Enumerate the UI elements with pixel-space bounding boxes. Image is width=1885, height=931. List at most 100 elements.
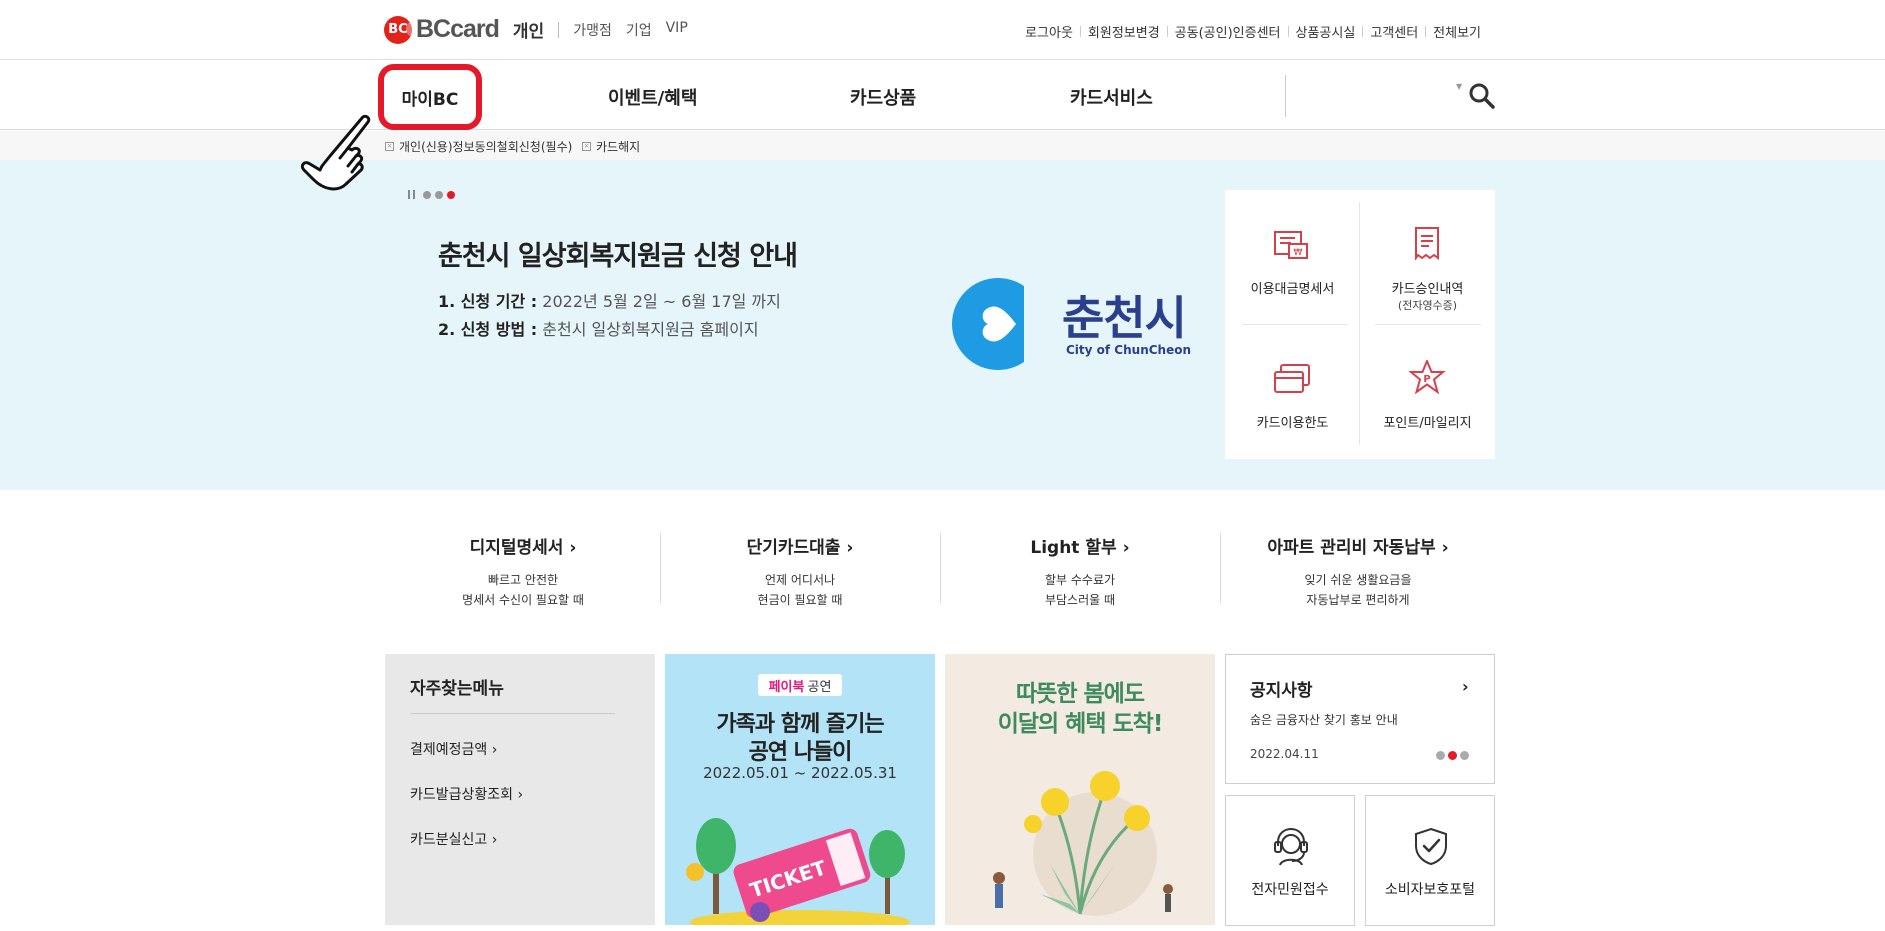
- frequent-menu-title: 자주찾는메뉴: [410, 679, 504, 699]
- nav-item-card-products[interactable]: 카드상품: [850, 84, 916, 110]
- divider: [1375, 324, 1481, 325]
- e-complaint-card[interactable]: 전자민원접수: [1225, 795, 1355, 926]
- promo-date: 2022.05.01 ~ 2022.05.31: [703, 764, 897, 782]
- notice-dot-active[interactable]: [1448, 751, 1457, 760]
- shield-check-icon: [1415, 827, 1447, 866]
- chevron-right-icon: ›: [1441, 538, 1449, 558]
- hero-pager: [408, 190, 455, 199]
- member-info-link[interactable]: 회원정보변경: [1081, 22, 1167, 41]
- service-title: 아파트 관리비 자동납부: [1267, 538, 1436, 558]
- sublink-label: 개인(신용)정보동의철회신청(필수): [399, 140, 573, 154]
- sublink-label: 카드해지: [596, 140, 641, 154]
- notice-dot[interactable]: [1460, 751, 1469, 760]
- notice-text[interactable]: 숨은 금융자산 찾기 홍보 안내: [1250, 711, 1398, 728]
- headset-icon: [1274, 827, 1308, 866]
- quick-item-label: 이용대금명세서: [1250, 282, 1335, 297]
- service-desc-line: 언제 어디서나: [764, 573, 836, 587]
- product-disclosure-link[interactable]: 상품공시실: [1289, 22, 1363, 41]
- quick-item-sublabel: (전자영수증): [1397, 299, 1458, 312]
- pointing-hand-cursor-icon: [300, 114, 371, 191]
- section-link-vip[interactable]: VIP: [666, 20, 688, 40]
- service-desc-line: 잊기 쉬운 생활요금을: [1304, 573, 1412, 587]
- consent-withdrawal-link[interactable]: × 개인(신용)정보동의철회신청(필수): [385, 138, 572, 155]
- sub-link-bar: × 개인(신용)정보동의철회신청(필수) × 카드해지: [0, 131, 1885, 160]
- frequent-item-label: 카드분실신고: [410, 832, 488, 848]
- utility-links: 로그아웃 회원정보변경 공동(공인)인증센터 상품공시실 고객센터 전체보기: [1018, 22, 1488, 41]
- service-desc-line: 빠르고 안전한: [487, 573, 559, 587]
- promo-title-line: 공연 나들이: [748, 740, 853, 765]
- city-name: 춘천시: [1062, 291, 1187, 345]
- chevron-right-icon: ›: [491, 742, 498, 758]
- service-apartment-autopay[interactable]: 아파트 관리비 자동납부 › 잊기 쉬운 생활요금을자동납부로 편리하게: [1218, 533, 1498, 610]
- service-desc-line: 부담스러울 때: [1044, 593, 1116, 607]
- chevron-down-icon[interactable]: ▼: [1456, 82, 1462, 91]
- notice-dot[interactable]: [1436, 751, 1445, 760]
- slide-dot[interactable]: [435, 190, 443, 199]
- service-light-installment[interactable]: Light 할부 › 할부 수수료가 부담스러울 때: [940, 533, 1220, 610]
- brand-area: BC BCcard 개인 가맹점 기업 VIP: [384, 15, 688, 44]
- section-link-business[interactable]: 기업: [626, 20, 652, 40]
- notice-card[interactable]: 공지사항 › 숨은 금융자산 찾기 홍보 안내 2022.04.11: [1225, 654, 1495, 784]
- promo-title-line: 따뜻한 봄에도: [1016, 681, 1145, 707]
- quick-item-label: 포인트/마일리지: [1383, 416, 1472, 431]
- dandelion-illustration: [993, 771, 1173, 916]
- nav-item-events[interactable]: 이벤트/혜택: [608, 84, 697, 110]
- frequent-menu-card: 자주찾는메뉴 결제예정금액 › 카드발급상황조회 › 카드분실신고 ›: [385, 654, 655, 925]
- nav-item-mybc[interactable]: 마이BC: [378, 64, 482, 130]
- notice-pager: [1436, 751, 1469, 760]
- certificate-center-link[interactable]: 공동(공인)인증센터: [1168, 22, 1288, 41]
- slide-dot[interactable]: [423, 190, 431, 199]
- section-link-merchant[interactable]: 가맹점: [573, 20, 612, 40]
- paybook-badge: 페이북 공연: [758, 674, 842, 696]
- chevron-right-icon: ›: [1122, 538, 1130, 558]
- frequent-item-lost-card[interactable]: 카드분실신고 ›: [410, 829, 497, 849]
- promo-banner-spring[interactable]: 따뜻한 봄에도 이달의 혜택 도착!: [945, 654, 1215, 925]
- small-card-label: 전자민원접수: [1251, 882, 1329, 898]
- chevron-right-icon[interactable]: ›: [1462, 677, 1469, 696]
- pause-icon[interactable]: [408, 190, 415, 199]
- promo-banner-performance[interactable]: 페이북 공연 가족과 함께 즐기는 공연 나들이 2022.05.01 ~ 202…: [665, 654, 935, 925]
- small-card-label: 소비자보호포털: [1384, 882, 1476, 898]
- card-icon: [1274, 364, 1310, 393]
- quick-item-label: 카드이용한도: [1256, 416, 1329, 431]
- badge-category: 공연: [807, 679, 832, 695]
- divider: [1359, 202, 1360, 445]
- divider: [1242, 324, 1348, 325]
- nav-item-label: 마이BC: [401, 89, 459, 110]
- service-title: 단기카드대출: [746, 538, 841, 558]
- logout-link[interactable]: 로그아웃: [1018, 22, 1080, 41]
- divider: [1285, 75, 1286, 117]
- service-desc-line: 명세서 수신이 필요할 때: [462, 593, 584, 607]
- service-short-term-loan[interactable]: 단기카드대출 › 언제 어디서나 현금이 필요할 때: [660, 533, 940, 610]
- notice-title: 공지사항: [1250, 681, 1313, 701]
- customer-center-link[interactable]: 고객센터: [1363, 22, 1425, 41]
- bc-logo-text[interactable]: BCcard: [416, 15, 500, 44]
- bc-logo-icon[interactable]: BC: [384, 15, 416, 44]
- card-cancel-link[interactable]: × 카드해지: [582, 138, 640, 155]
- consumer-protection-card[interactable]: 소비자보호포털: [1365, 795, 1495, 926]
- receipt-icon: [1415, 227, 1439, 260]
- service-desc-line: 자동납부로 편리하게: [1306, 593, 1410, 607]
- ticket-illustration: TICKET: [686, 818, 910, 925]
- chevron-right-icon: ›: [846, 538, 854, 558]
- service-digital-statement[interactable]: 디지털명세서 › 빠르고 안전한 명세서 수신이 필요할 때: [383, 533, 663, 610]
- close-box-icon: ×: [385, 142, 394, 151]
- hero-banner[interactable]: 춘천시 일상회복지원금 신청 안내 1. 신청 기간 : 2022년 5월 2일…: [0, 160, 1885, 490]
- chevron-right-icon: ›: [517, 787, 524, 803]
- quick-item-label: 카드승인내역: [1391, 282, 1464, 297]
- method-label: 2. 신청 방법 :: [438, 320, 538, 339]
- chevron-right-icon: ›: [491, 832, 498, 848]
- slide-dot-active[interactable]: [447, 190, 455, 199]
- frequent-item-payment-due[interactable]: 결제예정금액 ›: [410, 739, 497, 759]
- search-icon[interactable]: [1468, 82, 1496, 110]
- frequent-item-issue-status[interactable]: 카드발급상황조회 ›: [410, 784, 523, 804]
- sitemap-link[interactable]: 전체보기: [1426, 22, 1488, 41]
- frequent-item-label: 카드발급상황조회: [410, 787, 514, 803]
- hero-title: 춘천시 일상회복지원금 신청 안내: [438, 241, 798, 272]
- chuncheon-logo-icon: [952, 278, 1044, 370]
- service-title: 디지털명세서: [469, 538, 564, 558]
- nav-item-card-services[interactable]: 카드서비스: [1070, 84, 1153, 110]
- service-desc-line: 할부 수수료가: [1044, 573, 1116, 587]
- section-links: 가맹점 기업 VIP: [573, 20, 688, 40]
- section-personal-link[interactable]: 개인: [513, 17, 544, 42]
